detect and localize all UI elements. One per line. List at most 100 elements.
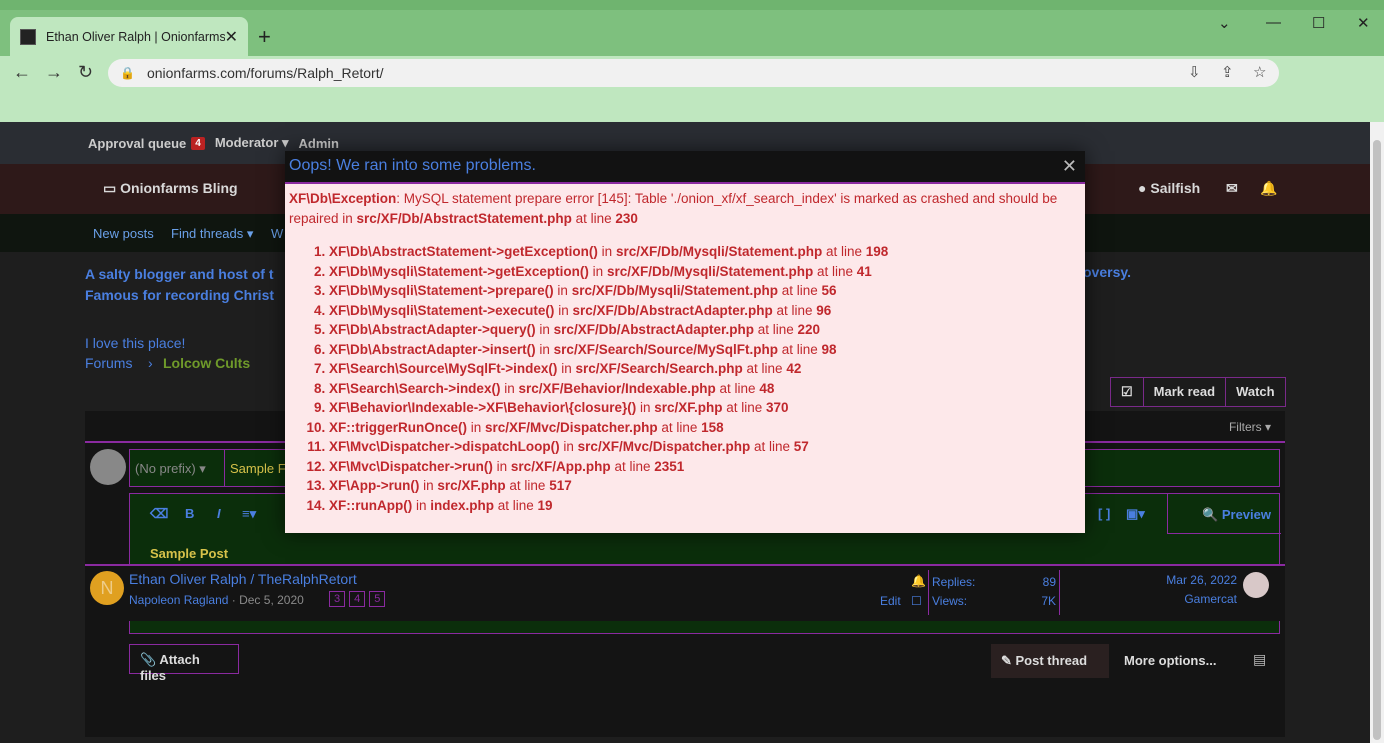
trace-part: at line <box>610 458 655 474</box>
editor-content[interactable]: Sample Post <box>150 546 228 561</box>
nav-bling[interactable]: ▭ Onionfarms Bling <box>103 180 238 197</box>
page-scrollbar[interactable] <box>1370 122 1384 743</box>
bookmark-star-icon[interactable]: ☆ <box>1253 63 1266 81</box>
stack-trace-item: XF\Db\Mysqli\Statement->getException() i… <box>329 262 1079 282</box>
approval-queue-link[interactable]: Approval queue <box>88 136 186 151</box>
trace-part: at line <box>742 361 787 376</box>
scrollbar-thumb[interactable] <box>1373 140 1381 740</box>
share-icon[interactable]: ⇪ <box>1221 63 1234 81</box>
select-checkbox-icon[interactable]: ☑ <box>1111 378 1143 406</box>
italic-icon[interactable]: I <box>217 506 221 521</box>
thread-select-checkbox[interactable]: ☐ <box>911 594 922 608</box>
error-dialog: Oops! We ran into some problems. ✕ XF\Db… <box>285 151 1085 533</box>
trace-part: at line <box>657 419 702 435</box>
preview-button[interactable]: 🔍 Preview <box>1167 494 1281 534</box>
trace-part: 198 <box>865 244 889 259</box>
fullscreen-icon[interactable]: [ ] <box>1098 506 1110 521</box>
page-link[interactable]: 4 <box>349 591 366 607</box>
trace-part: in <box>597 244 616 259</box>
thread-author-avatar: N <box>90 571 124 605</box>
error-message: XF\Db\Exception: MySQL statement prepare… <box>289 189 1079 228</box>
find-threads-menu[interactable]: Find threads ▾ <box>171 226 253 242</box>
install-icon[interactable]: ⇩ <box>1188 63 1201 81</box>
trace-part: src/XF.php <box>437 478 506 493</box>
thread-edit-link[interactable]: Edit <box>880 594 901 608</box>
exception-line: 230 <box>615 210 638 226</box>
subnav-more-link[interactable]: W <box>271 226 283 241</box>
trace-part: 42 <box>786 361 802 376</box>
replies-count: 89 <box>1042 575 1056 589</box>
clear-format-icon[interactable]: ⌫ <box>150 506 168 522</box>
browser-tab[interactable]: Ethan Oliver Ralph | Onionfarms ✕ <box>10 17 248 56</box>
trace-part: 96 <box>816 302 832 318</box>
thread-row[interactable]: N Ethan Oliver Ralph / TheRalphRetort Na… <box>85 564 1285 621</box>
tab-search-icon[interactable]: ⌄ <box>1218 14 1231 32</box>
page-link[interactable]: 3 <box>329 591 346 607</box>
trace-part: src/XF/Db/Mysqli/Statement.php <box>615 244 823 259</box>
trace-part: in <box>535 322 554 337</box>
attach-files-button[interactable]: 📎 Attach files <box>129 644 239 683</box>
trace-part: in <box>535 341 554 357</box>
thread-start-date: · Dec 5, 2020 <box>231 593 304 607</box>
thread-watch-bell-icon[interactable]: 🔔 <box>911 574 926 588</box>
trace-part: at line <box>750 439 794 454</box>
maximize-icon[interactable]: ☐ <box>1312 14 1325 32</box>
trace-part: src/XF/Db/Mysqli/Statement.php <box>571 283 778 298</box>
views-count: 7K <box>1041 594 1056 608</box>
new-posts-link[interactable]: New posts <box>93 226 154 241</box>
exception-file: src/XF/Db/AbstractStatement.php <box>356 210 572 226</box>
align-menu-icon[interactable]: ≡▾ <box>242 506 256 522</box>
stack-trace-item: XF\Db\Mysqli\Statement->execute() in src… <box>329 301 1079 321</box>
breadcrumb-current[interactable]: Lolcow Cults <box>163 355 250 371</box>
thread-author-link[interactable]: Napoleon Ragland <box>129 593 228 607</box>
stack-trace-item: XF::runApp() in index.php at line 19 <box>329 496 1079 516</box>
trace-part: in <box>554 302 573 318</box>
minimize-icon[interactable]: — <box>1266 14 1281 31</box>
stack-trace-item: XF\Db\Mysqli\Statement->prepare() in src… <box>329 281 1079 301</box>
trace-part: 158 <box>701 419 724 435</box>
trace-part: in <box>492 458 511 474</box>
forward-icon[interactable]: → <box>45 62 63 83</box>
prefix-select[interactable]: (No prefix) ▾ <box>130 450 225 486</box>
post-thread-button[interactable]: ✎ Post thread <box>991 644 1109 678</box>
url-text: onionfarms.com/forums/Ralph_Retort/ <box>146 65 384 81</box>
address-bar[interactable]: 🔒 onionfarms.com/forums/Ralph_Retort/ <box>108 59 1279 87</box>
alerts-bell-icon[interactable]: 🔔 <box>1260 180 1277 197</box>
trace-part: at line <box>494 497 538 513</box>
admin-link[interactable]: Admin <box>299 136 339 151</box>
stack-trace-item: XF\Behavior\Indexable->XF\Behavior\{clos… <box>329 398 1079 418</box>
trace-part: 517 <box>549 478 572 493</box>
thread-last-post[interactable]: Mar 26, 2022 Gamercat <box>1085 571 1237 609</box>
close-icon[interactable]: ✕ <box>1062 156 1077 177</box>
trace-part: in <box>559 439 578 454</box>
trace-part: XF\Db\AbstractAdapter->query() <box>329 322 536 337</box>
trace-part: 98 <box>821 341 837 357</box>
last-post-user: Gamercat <box>1184 592 1237 606</box>
trace-part: at line <box>722 400 767 415</box>
new-tab-icon[interactable]: + <box>258 24 271 50</box>
breadcrumb-forums[interactable]: Forums › <box>85 355 153 371</box>
thread-title-input[interactable]: Sample F <box>230 461 286 476</box>
thread-title-link[interactable]: Ethan Oliver Ralph / TheRalphRetort <box>129 571 357 587</box>
reload-icon[interactable]: ↻ <box>78 62 93 83</box>
watch-button[interactable]: Watch <box>1225 378 1285 406</box>
thread-meta: Napoleon Ragland · Dec 5, 2020 <box>129 593 304 607</box>
more-options-button[interactable]: More options... <box>1124 653 1216 668</box>
drafts-menu-icon[interactable]: ▣▾ <box>1126 506 1145 522</box>
moderator-menu[interactable]: Moderator ▾ <box>215 135 289 151</box>
forum-tagline[interactable]: I love this place! <box>85 335 185 351</box>
account-menu[interactable]: ● Sailfish <box>1138 180 1200 196</box>
trace-part: in <box>588 263 607 279</box>
forum-actions: ☑ Mark read Watch <box>1110 377 1286 407</box>
tab-close-icon[interactable]: ✕ <box>225 27 238 47</box>
draft-icon[interactable]: ▤ <box>1253 651 1266 668</box>
back-icon[interactable]: ← <box>13 62 31 83</box>
trace-part: in <box>500 380 519 396</box>
trace-part: src/XF.php <box>654 400 723 415</box>
bold-icon[interactable]: B <box>185 506 194 521</box>
page-link[interactable]: 5 <box>369 591 386 607</box>
inbox-icon[interactable]: ✉ <box>1226 180 1238 197</box>
filters-menu[interactable]: Filters ▾ <box>1229 420 1271 434</box>
window-close-icon[interactable]: ✕ <box>1357 14 1370 32</box>
mark-read-button[interactable]: Mark read <box>1142 378 1225 406</box>
